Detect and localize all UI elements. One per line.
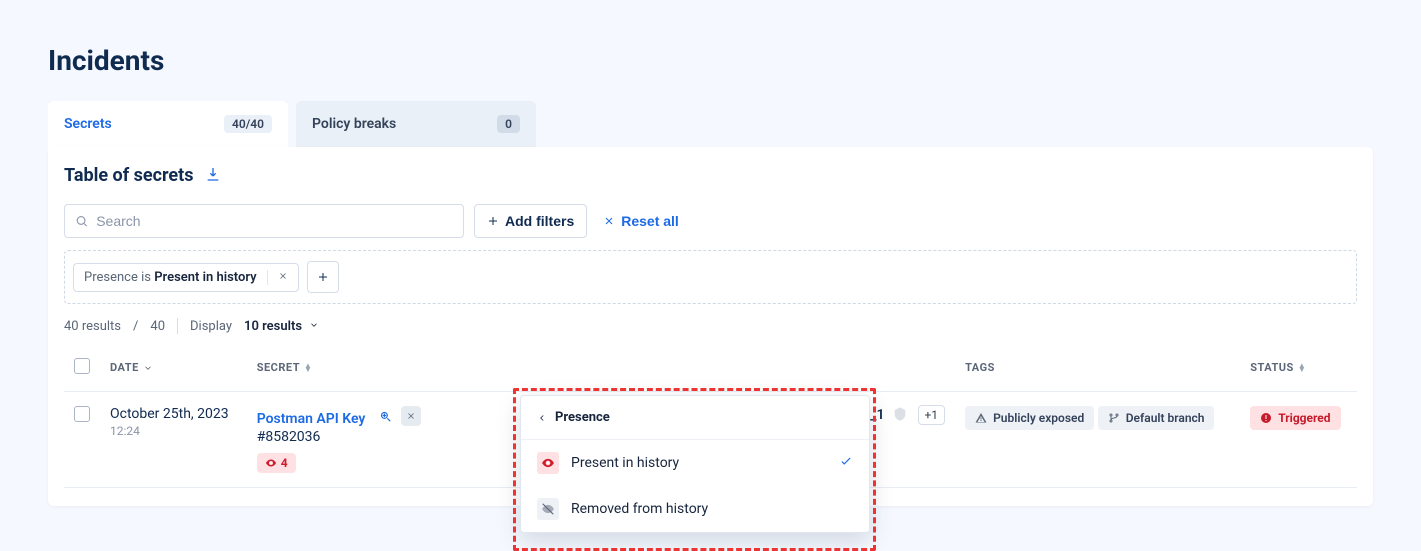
remove-filter-icon[interactable] (267, 270, 288, 285)
divider (177, 318, 178, 334)
search-input-wrap[interactable] (64, 204, 464, 238)
magnify-icon[interactable] (375, 406, 395, 426)
alert-icon (1260, 412, 1272, 424)
reset-all-label: Reset all (621, 213, 679, 229)
occurrence-count: 4 (281, 456, 288, 470)
tab-policy-breaks[interactable]: Policy breaks 0 (296, 101, 536, 147)
status-badge: Triggered (1250, 406, 1340, 430)
filter-chip-presence[interactable]: Presence is Present in history (73, 263, 299, 292)
col-secret-label: SECRET (257, 361, 300, 374)
tag-pill: Default branch (1098, 406, 1215, 430)
display-label: Display (190, 319, 232, 334)
check-icon (839, 454, 853, 472)
row-time: 12:24 (110, 424, 237, 438)
tab-secrets[interactable]: Secrets 40/40 (48, 101, 288, 147)
sort-icon: ▲▼ (304, 364, 312, 372)
branch-icon (1108, 412, 1120, 424)
row-checkbox[interactable] (74, 406, 90, 422)
tag-label: Default branch (1126, 411, 1205, 425)
shield-off-icon (892, 406, 908, 422)
tab-secrets-count: 40/40 (224, 115, 272, 133)
warning-icon (975, 412, 987, 424)
sort-icon: ▲▼ (1298, 364, 1306, 372)
chevron-down-icon (309, 320, 319, 330)
tag-label: Publicly exposed (993, 411, 1084, 425)
col-status-label: STATUS (1250, 361, 1294, 374)
filter-chip-prefix: Presence is (84, 270, 154, 285)
display-value: 10 results (244, 319, 302, 334)
eye-icon (265, 457, 277, 469)
tag-pill: Publicly exposed (965, 406, 1094, 430)
col-secret[interactable]: SECRET ▲▼ (257, 361, 313, 374)
select-all-checkbox[interactable] (74, 358, 90, 374)
occurrence-count-pill: 4 (257, 453, 296, 473)
col-status[interactable]: STATUS ▲▼ (1250, 361, 1306, 374)
add-filters-button[interactable]: Add filters (474, 204, 587, 238)
add-filter-square-button[interactable] (307, 261, 339, 293)
presence-dropdown: Presence Present in history Removed from… (520, 395, 870, 533)
tab-policy-count: 0 (497, 115, 520, 133)
page-title: Incidents (0, 0, 1421, 101)
section-title: Table of secrets (64, 165, 193, 186)
dropdown-title: Presence (555, 410, 610, 425)
dropdown-option-label: Removed from history (571, 501, 708, 517)
col-date[interactable]: DATE (110, 361, 153, 374)
reset-all-button[interactable]: Reset all (597, 205, 685, 237)
search-icon (75, 214, 88, 228)
col-tags-label: TAGS (965, 361, 995, 374)
chevron-left-icon (537, 413, 547, 423)
display-selector[interactable]: 10 results (244, 319, 319, 334)
secret-name-link[interactable]: Postman API Key (257, 411, 366, 427)
col-date-label: DATE (110, 361, 139, 374)
search-input[interactable] (96, 213, 453, 229)
row-date: October 25th, 2023 (110, 406, 229, 422)
dropdown-option-removed[interactable]: Removed from history (521, 486, 869, 532)
eye-off-icon (537, 498, 559, 520)
chevron-down-icon (143, 363, 153, 373)
dropdown-option-present[interactable]: Present in history (521, 440, 869, 486)
download-icon[interactable] (205, 166, 221, 186)
results-count: 40 results (64, 319, 121, 334)
tab-policy-label: Policy breaks (312, 116, 396, 132)
active-filters-strip: Presence is Present in history (64, 250, 1357, 304)
tab-secrets-label: Secrets (64, 116, 112, 132)
filter-chip-value: Present in history (154, 270, 256, 285)
dropdown-option-label: Present in history (571, 455, 679, 471)
dropdown-back[interactable]: Presence (521, 396, 869, 440)
close-icon[interactable] (401, 406, 421, 426)
add-filters-label: Add filters (505, 213, 574, 229)
more-count-badge[interactable]: +1 (918, 405, 946, 425)
status-text: Triggered (1278, 411, 1330, 425)
results-sep: / (133, 319, 138, 334)
eye-icon (537, 452, 559, 474)
results-total: 40 (150, 319, 165, 334)
